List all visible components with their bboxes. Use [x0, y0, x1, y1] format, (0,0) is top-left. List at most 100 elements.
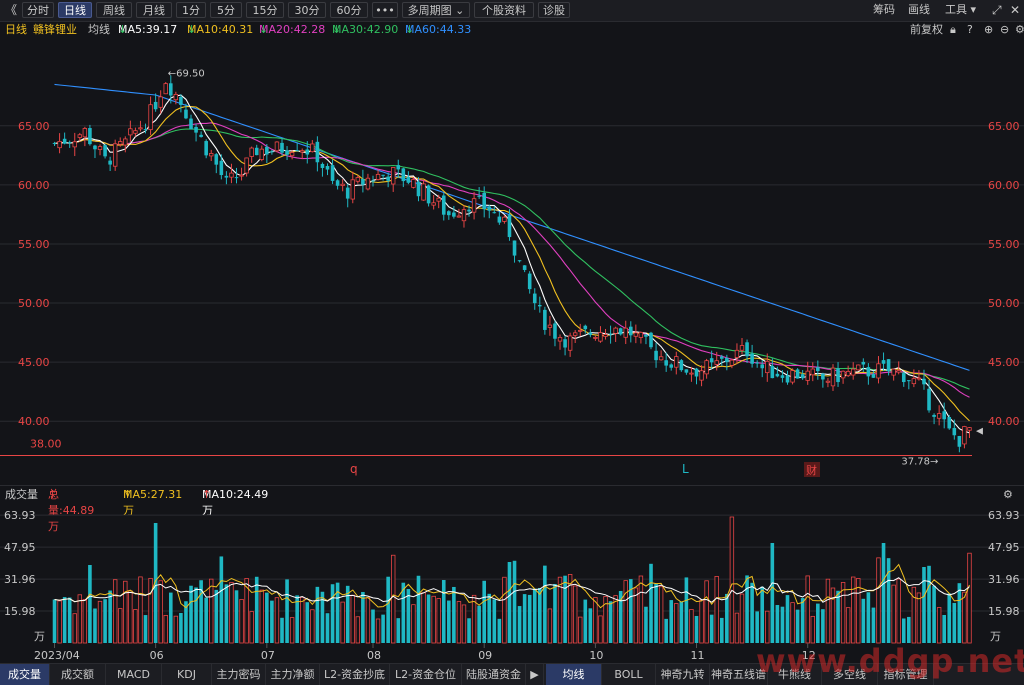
- candle-body[interactable]: [199, 134, 203, 137]
- toolbar-tab-5[interactable]: 5分: [210, 2, 242, 18]
- candle-body[interactable]: [452, 212, 456, 217]
- candle-body[interactable]: [729, 359, 735, 366]
- candle-body[interactable]: [62, 138, 67, 144]
- volume-bar[interactable]: [699, 599, 704, 644]
- volume-bar[interactable]: [896, 578, 901, 644]
- volume-bar[interactable]: [396, 618, 401, 643]
- candle-body[interactable]: [957, 436, 962, 447]
- volume-bar[interactable]: [406, 589, 411, 643]
- event-marker-q[interactable]: q: [350, 462, 358, 476]
- candle-body[interactable]: [962, 426, 967, 445]
- volume-bar[interactable]: [593, 597, 598, 644]
- candle-body[interactable]: [644, 334, 648, 337]
- candle-body[interactable]: [229, 172, 234, 178]
- volume-bar[interactable]: [340, 601, 345, 644]
- candle-body[interactable]: [411, 179, 416, 188]
- candle-body[interactable]: [866, 367, 871, 377]
- volume-bar[interactable]: [502, 576, 507, 644]
- candle-body[interactable]: [143, 129, 148, 131]
- volume-bar[interactable]: [952, 602, 957, 643]
- volume-bar[interactable]: [684, 577, 689, 643]
- volume-bar[interactable]: [163, 615, 168, 644]
- volume-bar[interactable]: [361, 591, 365, 643]
- candle-body[interactable]: [482, 192, 486, 210]
- volume-bar[interactable]: [709, 614, 714, 643]
- volume-bar[interactable]: [704, 580, 709, 644]
- candle-body[interactable]: [138, 127, 143, 130]
- volume-bar[interactable]: [467, 618, 471, 643]
- candle-body[interactable]: [214, 154, 219, 165]
- volume-bar[interactable]: [527, 594, 532, 643]
- candle-body[interactable]: [512, 240, 517, 256]
- candle-body[interactable]: [224, 175, 229, 178]
- indicator-tab-0[interactable]: 成交量: [0, 664, 50, 685]
- toolbar-tab-3[interactable]: 月线: [136, 2, 172, 18]
- volume-bar[interactable]: [239, 599, 244, 644]
- volume-bar[interactable]: [436, 598, 441, 644]
- candle-body[interactable]: [816, 367, 820, 372]
- candle-body[interactable]: [97, 146, 103, 150]
- volume-bar[interactable]: [350, 594, 355, 644]
- volume-bar[interactable]: [456, 601, 462, 644]
- toolbar-tab-11[interactable]: 个股资料: [474, 2, 534, 18]
- indicator-tab-4[interactable]: 主力密码: [212, 664, 266, 685]
- toolbar-tab-8[interactable]: 60分: [330, 2, 368, 18]
- volume-bar[interactable]: [572, 585, 578, 644]
- candle-body[interactable]: [638, 331, 644, 338]
- volume-bar[interactable]: [224, 584, 229, 643]
- candle-body[interactable]: [335, 180, 340, 186]
- volume-bar[interactable]: [168, 592, 173, 643]
- toolbar-tab-4[interactable]: 1分: [176, 2, 206, 18]
- candle-body[interactable]: [633, 332, 639, 337]
- volume-bar[interactable]: [936, 607, 942, 644]
- volume-bar[interactable]: [108, 590, 112, 643]
- volume-bar[interactable]: [487, 593, 492, 643]
- candle-body[interactable]: [487, 206, 492, 211]
- volume-bar[interactable]: [507, 561, 512, 643]
- volume-bar[interactable]: [249, 611, 254, 644]
- candle-body[interactable]: [739, 345, 745, 351]
- candle-body[interactable]: [52, 142, 57, 144]
- back-icon[interactable]: 《: [5, 2, 17, 18]
- volume-bar[interactable]: [431, 595, 436, 644]
- candle-body[interactable]: [305, 149, 310, 155]
- ma-label[interactable]: 均线: [88, 21, 110, 39]
- volume-bar[interactable]: [674, 603, 679, 644]
- volume-bar[interactable]: [97, 600, 103, 644]
- volume-bar[interactable]: [123, 580, 128, 644]
- candle-body[interactable]: [896, 370, 901, 373]
- candle-body[interactable]: [654, 350, 658, 361]
- candle-body[interactable]: [527, 273, 532, 290]
- candle-body[interactable]: [623, 327, 628, 338]
- candle-body[interactable]: [709, 358, 714, 363]
- volume-bar[interactable]: [830, 587, 836, 644]
- volume-bar[interactable]: [547, 608, 553, 644]
- indicator-tab-1[interactable]: 成交额: [50, 664, 106, 685]
- volume-bar[interactable]: [214, 589, 219, 643]
- candle-body[interactable]: [745, 342, 749, 357]
- candle-body[interactable]: [881, 360, 886, 364]
- volume-bar[interactable]: [553, 583, 557, 643]
- volume-bar[interactable]: [886, 558, 891, 643]
- candle-body[interactable]: [158, 96, 163, 108]
- candle-body[interactable]: [386, 176, 390, 181]
- volume-bar[interactable]: [270, 600, 274, 643]
- candle-body[interactable]: [128, 128, 133, 136]
- toolbar-tab-12[interactable]: 诊股: [538, 2, 570, 18]
- candle-body[interactable]: [471, 198, 477, 213]
- candle-body[interactable]: [669, 364, 674, 368]
- candle-body[interactable]: [497, 216, 502, 223]
- candle-body[interactable]: [270, 151, 274, 153]
- candle-body[interactable]: [927, 388, 931, 411]
- candle-body[interactable]: [911, 378, 917, 385]
- volume-bar[interactable]: [310, 609, 315, 644]
- candle-body[interactable]: [285, 150, 289, 155]
- toolbar-tab-2[interactable]: 周线: [96, 2, 132, 18]
- candle-body[interactable]: [547, 324, 553, 328]
- candle-body[interactable]: [365, 177, 371, 190]
- volume-bar[interactable]: [118, 608, 123, 644]
- volume-bar[interactable]: [391, 554, 396, 644]
- candle-body[interactable]: [810, 368, 815, 376]
- candle-body[interactable]: [588, 332, 593, 335]
- candle-body[interactable]: [699, 370, 704, 381]
